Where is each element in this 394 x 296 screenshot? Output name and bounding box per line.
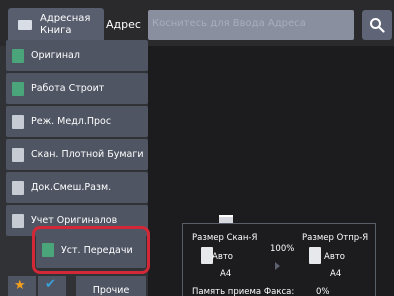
- address-label: Адрес: [106, 18, 141, 31]
- other-button[interactable]: Прочие: [76, 276, 146, 296]
- menu-item-slow-scan[interactable]: Реж. Медл.Прос: [6, 106, 148, 137]
- check-button[interactable]: ✔: [38, 276, 66, 296]
- scanner-icon: [219, 215, 233, 223]
- search-button[interactable]: [362, 10, 392, 40]
- menu-item-build-job[interactable]: Работа Строит: [6, 73, 148, 104]
- check-icon: ✔: [45, 277, 56, 292]
- menu-item-mixed-size[interactable]: Док.Смеш.Разм.: [6, 172, 148, 203]
- menu-item-thick-paper[interactable]: Скан. Плотной Бумаги: [6, 139, 148, 170]
- address-input[interactable]: Коснитесь для Ввода Адреса: [148, 10, 354, 40]
- address-placeholder: Коснитесь для Ввода Адреса: [152, 18, 306, 29]
- send-size-label: Размер Отпр-Я: [302, 233, 369, 243]
- menu-item-label: Док.Смеш.Разм.: [31, 182, 112, 193]
- scan-paper-size: A4: [220, 269, 232, 279]
- menu-item-label: Скан. Плотной Бумаги: [31, 149, 144, 160]
- fax-memory-label: Память приема Факса:: [192, 287, 295, 296]
- menu-item-label: Работа Строит: [31, 83, 105, 94]
- scan-size-label: Размер Скан-Я: [192, 233, 258, 243]
- send-document-icon: [309, 247, 321, 264]
- menu-item-label: Учет Оригиналов: [31, 215, 118, 226]
- mixed-size-icon: [12, 180, 24, 195]
- address-book-button[interactable]: Адресная Книга: [8, 8, 104, 42]
- send-auto-label: Авто: [324, 252, 345, 262]
- highlight-frame: [32, 226, 150, 274]
- menu-item-original[interactable]: Оригинал: [6, 40, 148, 71]
- original-icon: [12, 48, 24, 63]
- send-paper-size: A4: [330, 269, 342, 279]
- thick-paper-icon: [12, 147, 24, 162]
- address-book-icon: [18, 20, 32, 30]
- star-icon: ★: [14, 278, 26, 293]
- menu-item-label: Реж. Медл.Прос: [31, 116, 112, 127]
- address-book-label: Адресная Книга: [40, 13, 91, 36]
- favorite-button[interactable]: ★: [8, 276, 36, 296]
- search-icon: [370, 18, 385, 33]
- build-job-icon: [12, 81, 24, 96]
- scan-auto-label: Авто: [212, 252, 233, 262]
- original-count-icon: [12, 213, 24, 228]
- menu-item-label: Оригинал: [31, 50, 80, 61]
- zoom-ratio: 100%: [270, 244, 295, 254]
- fax-memory-value: 0%: [316, 287, 330, 296]
- other-button-label: Прочие: [92, 285, 130, 296]
- slow-scan-icon: [12, 114, 24, 129]
- arrow-right-icon: [275, 262, 280, 270]
